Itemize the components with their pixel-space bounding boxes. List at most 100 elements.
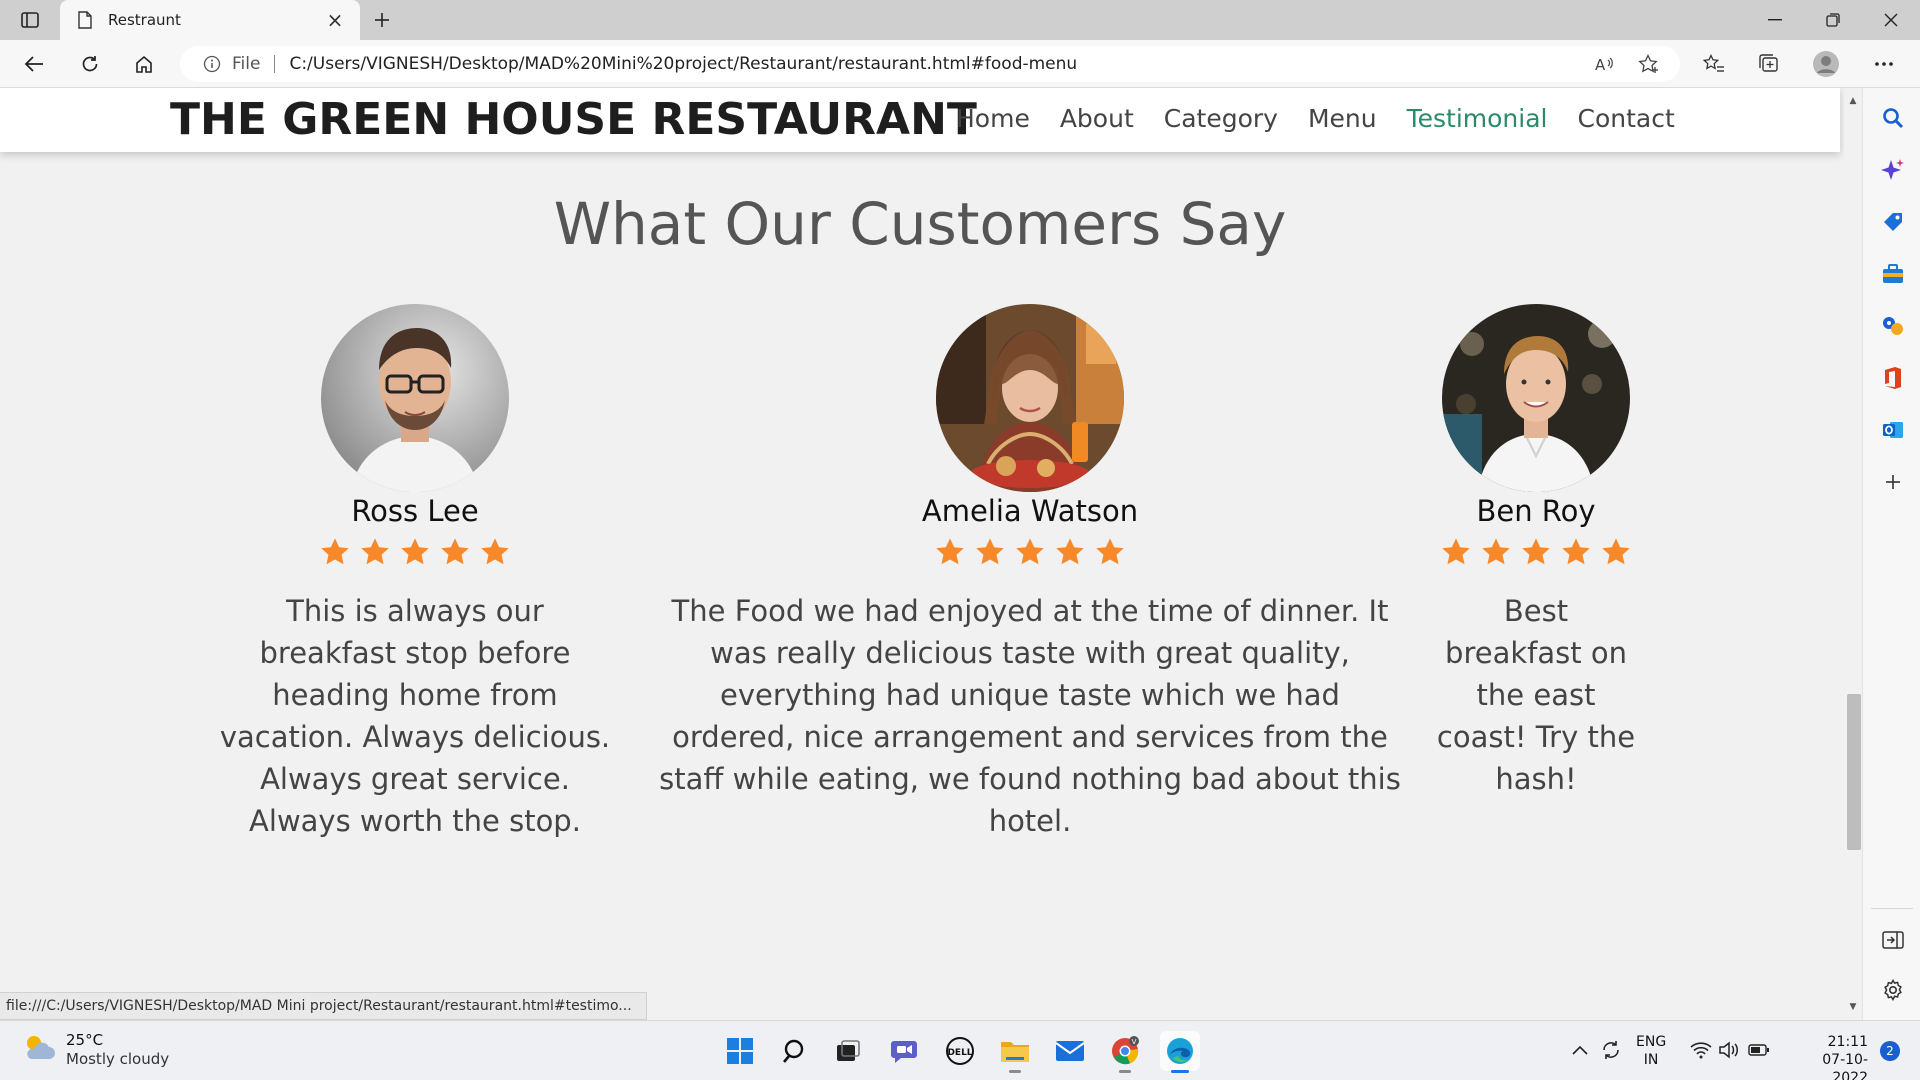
settings-gear-icon[interactable]	[1879, 976, 1907, 1004]
battery-icon[interactable]	[1746, 1033, 1772, 1067]
testimonial-card: Amelia Watson The Food we had enjoyed at…	[650, 304, 1410, 842]
refresh-button[interactable]	[74, 48, 106, 80]
task-view-icon[interactable]	[828, 1031, 868, 1071]
system-clock[interactable]: 21:11 07-10-2022	[1788, 1033, 1868, 1080]
customer-name: Ben Roy	[1476, 494, 1596, 528]
partly-cloudy-icon	[22, 1033, 56, 1067]
tab-actions-icon[interactable]	[14, 8, 46, 32]
star-icon	[399, 536, 431, 568]
nav-testimonial[interactable]: Testimonial	[1407, 104, 1548, 133]
teams-chat-icon[interactable]	[884, 1031, 924, 1071]
search-icon[interactable]	[1879, 104, 1907, 132]
weather-widget[interactable]: 25°C Mostly cloudy	[22, 1031, 169, 1069]
star-icon	[319, 536, 351, 568]
browser-tabstrip: Restraunt ×	[0, 0, 1920, 40]
customer-review: Best breakfast on the east coast! Try th…	[1436, 594, 1636, 796]
search-icon[interactable]	[775, 1031, 815, 1071]
scroll-thumb[interactable]	[1847, 694, 1861, 850]
notification-badge[interactable]: 2	[1880, 1041, 1900, 1061]
info-icon[interactable]	[202, 54, 222, 74]
start-windows-icon[interactable]	[720, 1031, 760, 1071]
read-aloud-icon[interactable]: A	[1588, 46, 1622, 82]
add-favorite-icon[interactable]	[1632, 46, 1666, 82]
customer-photo	[936, 304, 1124, 492]
star-icon	[359, 536, 391, 568]
wifi-icon[interactable]	[1688, 1033, 1714, 1067]
sidebar-divider	[1871, 908, 1913, 909]
star-icon	[934, 536, 966, 568]
nav-menu[interactable]: Menu	[1308, 104, 1377, 133]
language-code: ENG	[1636, 1034, 1667, 1050]
office-icon[interactable]	[1879, 364, 1907, 392]
scroll-up-arrow-icon[interactable]: ▲	[1848, 96, 1858, 106]
restore-button[interactable]	[1804, 0, 1862, 40]
star-icon	[1094, 536, 1126, 568]
star-icon	[1520, 536, 1552, 568]
taskbar: 25°C Mostly cloudy DELL V ENG IN 21:11 0…	[0, 1020, 1920, 1080]
home-button[interactable]	[128, 48, 160, 80]
games-icon[interactable]	[1879, 312, 1907, 340]
edge-icon[interactable]	[1160, 1031, 1200, 1073]
outlook-icon[interactable]	[1879, 416, 1907, 444]
collections-icon[interactable]	[1753, 48, 1785, 80]
back-button[interactable]	[18, 48, 50, 80]
more-options-icon[interactable]	[1868, 48, 1900, 80]
star-icon	[1480, 536, 1512, 568]
nav-about[interactable]: About	[1060, 104, 1134, 133]
star-icon	[1560, 536, 1592, 568]
favorites-icon[interactable]	[1698, 48, 1730, 80]
nav-home[interactable]: Home	[956, 104, 1030, 133]
show-hidden-icons-chevron-up-icon[interactable]	[1568, 1033, 1592, 1067]
new-tab-button[interactable]	[368, 6, 396, 34]
star-icon	[974, 536, 1006, 568]
scroll-down-arrow-icon[interactable]: ▼	[1848, 1002, 1858, 1012]
main-nav: Home About Category Menu Testimonial Con…	[956, 104, 1705, 133]
weather-temp: 25°C	[66, 1031, 104, 1049]
discover-sparkle-icon[interactable]	[1879, 156, 1907, 184]
customer-photo	[321, 304, 509, 492]
volume-icon[interactable]	[1716, 1033, 1742, 1067]
close-window-button[interactable]	[1862, 0, 1920, 40]
address-bar[interactable]: File C:/Users/VIGNESH/Desktop/MAD%20Mini…	[180, 46, 1680, 82]
address-separator	[274, 55, 276, 73]
region-code: IN	[1643, 1052, 1659, 1068]
tools-briefcase-icon[interactable]	[1879, 260, 1907, 288]
star-icon	[1600, 536, 1632, 568]
dell-icon[interactable]: DELL	[940, 1031, 980, 1071]
star-icon	[479, 536, 511, 568]
running-indicator	[1119, 1070, 1131, 1073]
rating-stars	[934, 536, 1126, 568]
testimonial-card: Ben Roy Best breakfast on the east coast…	[1428, 304, 1644, 800]
minimize-button[interactable]	[1746, 0, 1804, 40]
rating-stars	[319, 536, 511, 568]
tab-title: Restraunt	[108, 11, 181, 29]
shopping-tag-icon[interactable]	[1879, 208, 1907, 236]
site-header: THE GREEN HOUSE RESTAURANT Home About Ca…	[0, 88, 1840, 152]
close-tab-icon[interactable]: ×	[324, 8, 346, 32]
star-icon	[1054, 536, 1086, 568]
testimonials-title: What Our Customers Say	[553, 190, 1287, 258]
page-scrollbar[interactable]: ▲ ▼	[1844, 88, 1862, 1020]
browser-tab[interactable]: Restraunt ×	[60, 0, 360, 40]
star-icon	[439, 536, 471, 568]
chrome-icon[interactable]: V	[1105, 1031, 1145, 1073]
clock-time: 21:11	[1827, 1034, 1868, 1050]
address-url[interactable]: C:/Users/VIGNESH/Desktop/MAD%20Mini%20pr…	[289, 54, 1077, 74]
nav-contact[interactable]: Contact	[1577, 104, 1674, 133]
svg-text:DELL: DELL	[947, 1048, 972, 1058]
customer-name: Ross Lee	[351, 494, 479, 528]
sync-icon[interactable]	[1598, 1033, 1624, 1067]
edge-sidebar	[1862, 88, 1920, 1020]
profile-avatar-icon[interactable]	[1810, 48, 1842, 80]
mail-icon[interactable]	[1050, 1031, 1090, 1071]
star-icon	[1440, 536, 1472, 568]
language-indicator[interactable]: ENG IN	[1636, 1033, 1666, 1069]
running-indicator	[1009, 1070, 1021, 1073]
add-sidebar-item-icon[interactable]	[1879, 468, 1907, 496]
hide-sidebar-icon[interactable]	[1879, 926, 1907, 954]
page-icon	[74, 9, 96, 31]
customer-review: The Food we had enjoyed at the time of d…	[659, 594, 1401, 838]
file-explorer-icon[interactable]	[995, 1031, 1035, 1073]
site-logo[interactable]: THE GREEN HOUSE RESTAURANT	[170, 94, 977, 145]
nav-category[interactable]: Category	[1164, 104, 1278, 133]
